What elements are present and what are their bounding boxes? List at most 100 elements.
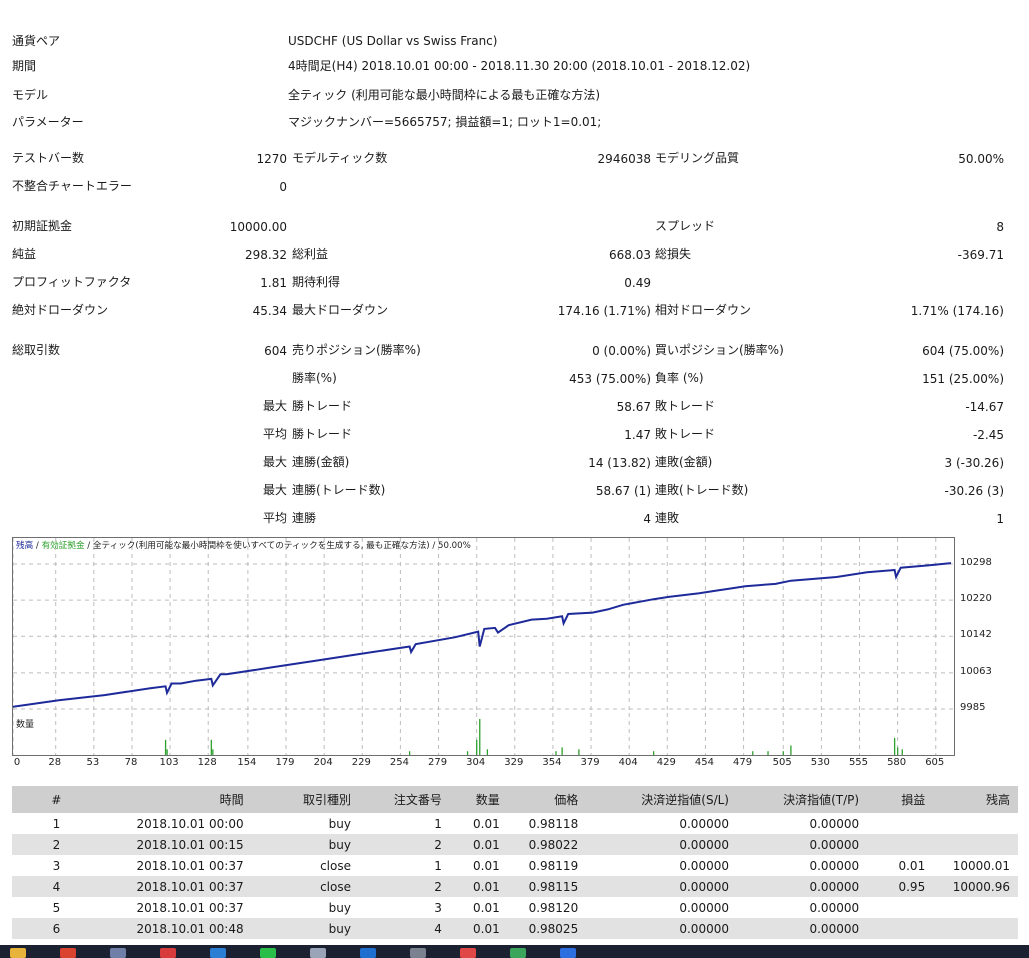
value-max-cons-losses: 3 (-30.26): [944, 456, 1005, 470]
app-blue3-icon[interactable]: [560, 948, 576, 958]
table-cell: 6: [12, 918, 101, 939]
folder-icon[interactable]: [10, 948, 26, 958]
explorer-icon[interactable]: [110, 948, 126, 958]
value-avg-loss: -2.45: [972, 428, 1004, 442]
table-cell: 0.00000: [809, 816, 860, 831]
col-balance: 残高: [933, 786, 1018, 813]
app-blue-icon[interactable]: [210, 948, 226, 958]
label-avg-cons-wins: 連勝: [292, 511, 317, 525]
value-mismatch: 0: [279, 180, 287, 194]
table-cell: [933, 834, 1018, 855]
value-bars: 1270: [256, 152, 287, 166]
prefix-average: 平均: [262, 427, 287, 441]
value-long: 604 (75.00%): [922, 344, 1004, 358]
table-cell: 5: [52, 900, 61, 915]
app-red2-icon[interactable]: [460, 948, 476, 958]
table-cell: 0.98119: [528, 858, 579, 873]
label-profitfactor: プロフィットファクタ: [12, 275, 132, 289]
volume-bar: [782, 751, 784, 755]
table-cell: 2: [12, 834, 101, 855]
x-tick-label: 103: [159, 757, 179, 768]
table-cell: 0.00000: [736, 834, 868, 855]
app-blue2-icon[interactable]: [360, 948, 376, 958]
caption-separator: /: [33, 541, 42, 551]
x-tick-label: 429: [656, 757, 676, 768]
table-cell: 1: [52, 816, 61, 831]
y-tick-label: 10298: [960, 557, 992, 568]
x-tick-label: 229: [351, 757, 371, 768]
value-profitfactor: 1.81: [260, 276, 287, 290]
value-short: 0 (0.00%): [592, 344, 651, 358]
label-lossrate: 負率 (%): [655, 371, 704, 385]
prefix-average-consecutive: 平均: [262, 511, 287, 525]
volume-bar: [790, 745, 792, 755]
value-quality: 50.00%: [958, 152, 1004, 166]
volume-bar: [897, 747, 899, 755]
table-cell: 0.01: [473, 816, 500, 831]
x-tick-label: 505: [772, 757, 792, 768]
col-profit: 損益: [867, 786, 934, 813]
x-tick-label: 530: [810, 757, 830, 768]
col-order: 注文番号: [359, 786, 450, 813]
table-cell: 10000.96: [933, 876, 1018, 897]
app-pointer-icon[interactable]: [310, 948, 326, 958]
table-cell: 0.00000: [679, 816, 729, 831]
balance-line: [13, 562, 952, 708]
x-tick-label: 128: [197, 757, 217, 768]
table-cell: 0.00000: [736, 876, 868, 897]
table-cell: buy: [328, 900, 351, 915]
value-period: 4時間足(H4) 2018.10.01 00:00 - 2018.11.30 2…: [288, 59, 751, 73]
value-reldd: 1.71% (174.16): [910, 304, 1004, 318]
value-deposit: 10000.00: [229, 220, 287, 234]
chart-caption: 残高 / 有効証拠金 / 全ティック(利用可能な最小時間枠を使いすべてのティック…: [16, 541, 471, 552]
table-cell: close: [320, 858, 351, 873]
app-red-icon[interactable]: [160, 948, 176, 958]
table-row[interactable]: 1 2018.10.01 00:00 buy 1 0.01 0.98118 0.00000 0…: [12, 813, 1018, 834]
value-max-cons-profit: 58.67 (1): [595, 484, 651, 498]
table-cell: 0.98120: [528, 900, 579, 915]
label-grossprofit: 総利益: [292, 247, 329, 261]
table-row[interactable]: 2 2018.10.01 00:15 buy 2 0.01 0.98022 0.00000 0…: [12, 834, 1018, 855]
caption-balance: 残高: [16, 541, 34, 551]
chrome-icon[interactable]: [60, 948, 76, 958]
value-expected: 0.49: [624, 276, 651, 290]
value-largest-win: 58.67: [616, 400, 651, 414]
volume-bar: [408, 751, 411, 755]
label-bars: テストバー数: [12, 151, 85, 165]
table-cell: [933, 813, 1018, 834]
col-number: #: [12, 786, 101, 813]
table-cell: 0.00000: [679, 900, 729, 915]
taskbar: [0, 945, 1029, 958]
table-row[interactable]: 3 2018.10.01 00:37 close 1 0.01 0.98119 0.0000…: [12, 855, 1018, 876]
value-netprofit: 298.32: [245, 248, 287, 262]
volume-bar: [893, 737, 896, 755]
label-max-cons-loss-count: 連敗(トレード数): [655, 483, 749, 497]
table-row[interactable]: 4 2018.10.01 00:37 close 2 0.01 0.98115 0.0000…: [12, 876, 1018, 897]
balance-chart: 残高 / 有効証拠金 / 全ティック(利用可能な最小時間枠を使いすべてのティック…: [12, 537, 955, 714]
app-green2-icon[interactable]: [510, 948, 526, 958]
volume-chart-svg: [13, 713, 937, 755]
table-cell: [867, 834, 934, 855]
x-tick-label: 605: [925, 757, 945, 768]
label-quality: モデリング品質: [655, 151, 740, 165]
table-cell: [933, 918, 1018, 939]
x-tick-label: 379: [580, 757, 600, 768]
table-cell: [867, 918, 934, 939]
app-gray-icon[interactable]: [410, 948, 426, 958]
x-tick-label: 555: [848, 757, 869, 768]
value-model: 全ティック (利用可能な最小時間枠による最も正確な方法): [288, 88, 601, 102]
table-cell: 0.95: [867, 876, 934, 897]
table-cell: 4: [359, 918, 450, 939]
table-row[interactable]: 6 2018.10.01 00:48 buy 4 0.01 0.98025 0.00000 0…: [12, 918, 1018, 939]
label-deposit: 初期証拠金: [12, 219, 73, 233]
value-symbol: USDCHF (US Dollar vs Swiss Franc): [288, 34, 498, 48]
x-tick-label: 78: [124, 757, 138, 768]
table-cell: 2018.10.01 00:37: [136, 858, 244, 873]
value-grossprofit: 668.03: [609, 248, 651, 262]
app-green-icon[interactable]: [260, 948, 276, 958]
table-cell: buy: [251, 834, 359, 855]
table-body: 1 2018.10.01 00:00 buy 1 0.01 0.98118 0.00000 0…: [12, 813, 1018, 939]
table-row[interactable]: 5 2018.10.01 00:37 buy 3 0.01 0.98120 0.00000 0…: [12, 897, 1018, 918]
y-tick-label: 10220: [960, 593, 992, 605]
table-cell: 2: [359, 834, 450, 855]
